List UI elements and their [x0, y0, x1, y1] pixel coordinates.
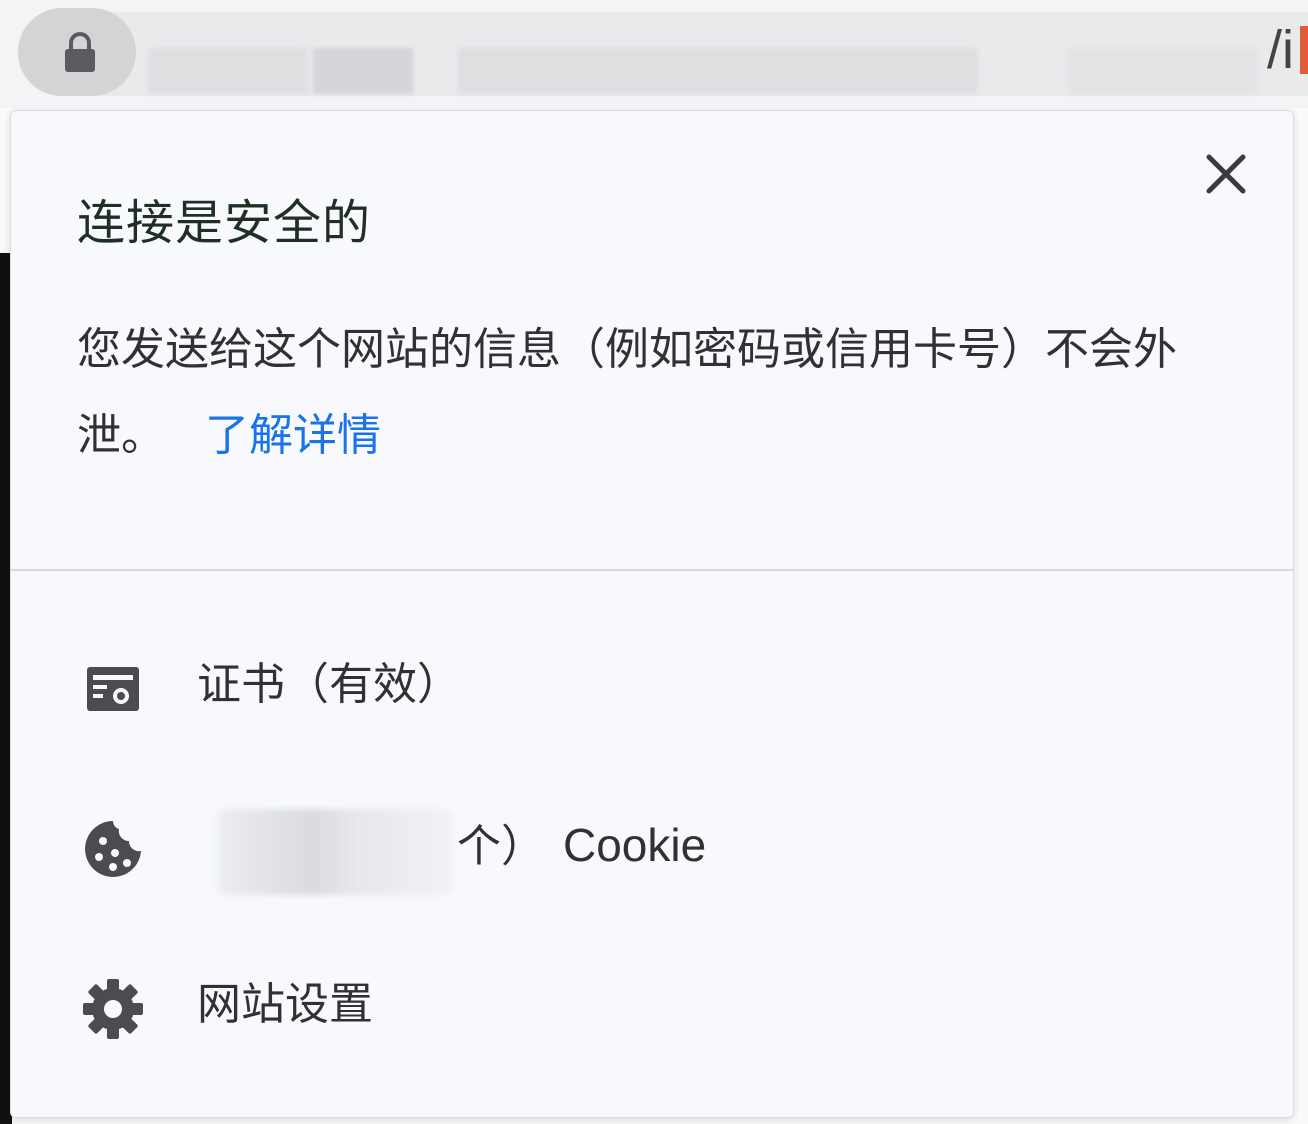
screen: /i 连接是安全的 您发送给这个网站的信息（例如密码或信用卡号）不会外泄。 了解详…: [0, 0, 1308, 1124]
certificate-label: 证书（有效）: [197, 659, 461, 710]
gear-icon: [83, 979, 143, 1039]
cookie-icon: [85, 821, 141, 877]
browser-toolbar: /i: [0, 0, 1308, 108]
site-info-button[interactable]: [18, 8, 136, 96]
popup-title: 连接是安全的: [77, 195, 372, 251]
url-text: /i: [1267, 20, 1294, 80]
url-redacted: [313, 48, 413, 94]
url-redacted: [458, 48, 978, 94]
cookie-label: 个） Cookie: [457, 815, 706, 877]
url-redacted: [1068, 48, 1258, 94]
learn-more-link[interactable]: 了解详情: [205, 410, 381, 461]
security-description: 您发送给这个网站的信息（例如密码或信用卡号）不会外泄。 了解详情: [77, 307, 1247, 479]
close-icon: [1206, 154, 1246, 194]
lock-icon: [65, 32, 95, 72]
cookie-count-redacted: [217, 809, 453, 895]
url-highlight: [1300, 26, 1308, 74]
url-redacted: [148, 48, 308, 94]
certificate-row[interactable]: 证书（有效）: [11, 627, 1293, 747]
cookie-count-suffix: 个）: [457, 821, 545, 872]
cookie-row[interactable]: 个） Cookie: [11, 787, 1293, 907]
close-button[interactable]: [1203, 151, 1249, 197]
address-bar[interactable]: [18, 12, 1308, 96]
site-settings-row[interactable]: 网站设置: [11, 947, 1293, 1067]
certificate-icon: [87, 667, 139, 711]
divider: [11, 569, 1293, 571]
cookie-text: Cookie: [563, 819, 707, 871]
site-info-popup: 连接是安全的 您发送给这个网站的信息（例如密码或信用卡号）不会外泄。 了解详情 证…: [10, 110, 1294, 1118]
site-settings-label: 网站设置: [197, 979, 373, 1030]
